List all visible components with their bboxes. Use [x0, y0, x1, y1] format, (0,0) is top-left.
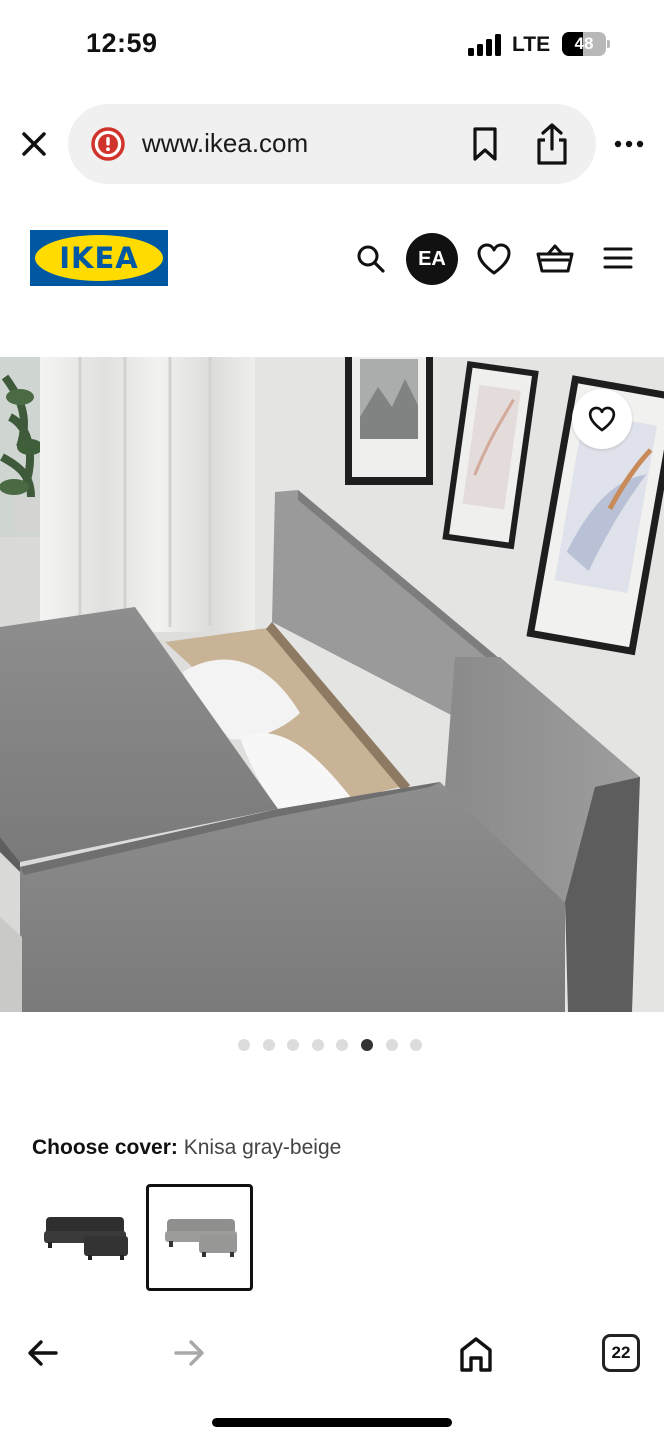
browser-toolbar: 22 — [0, 1318, 664, 1398]
carousel-dot[interactable] — [311, 1039, 324, 1051]
carousel-dot[interactable] — [287, 1039, 300, 1051]
user-avatar[interactable]: EA — [406, 233, 458, 285]
status-time: 12:59 — [86, 28, 158, 58]
carousel-dot[interactable] — [336, 1039, 349, 1051]
search-icon[interactable] — [352, 240, 390, 278]
network-type: LTE — [512, 33, 551, 56]
carousel-dot[interactable] — [410, 1039, 423, 1051]
cover-label: Choose cover: — [32, 1136, 178, 1159]
carousel-dot[interactable] — [238, 1039, 250, 1051]
home-indicator[interactable] — [212, 1418, 452, 1427]
cover-swatch-gray-beige[interactable] — [146, 1184, 253, 1291]
url-text: www.ikea.com — [142, 128, 309, 158]
browser-address-bar: www.ikea.com — [0, 100, 664, 188]
cellular-signal-icon — [468, 34, 502, 56]
cover-selection: Choose cover: Knisa gray-beige — [32, 1136, 341, 1160]
bookmark-icon[interactable] — [468, 126, 502, 162]
home-icon[interactable] — [456, 1334, 496, 1374]
carousel-dot[interactable] — [262, 1039, 275, 1051]
url-field[interactable]: www.ikea.com — [68, 104, 596, 184]
hamburger-menu-icon[interactable] — [600, 240, 636, 276]
status-bar: 12:59 LTE 48 — [0, 0, 664, 92]
shopping-basket-icon[interactable] — [534, 238, 576, 278]
save-to-wishlist-icon[interactable] — [572, 389, 632, 449]
battery-nub — [607, 40, 610, 48]
logo-text: IKEA — [59, 241, 139, 275]
close-icon[interactable] — [18, 128, 50, 160]
carousel-dot-active[interactable] — [360, 1039, 373, 1051]
cover-value: Knisa gray-beige — [183, 1136, 342, 1159]
carousel-pagination — [238, 1039, 423, 1053]
ikea-logo[interactable]: IKEA — [30, 230, 168, 286]
back-arrow-icon[interactable] — [26, 1338, 60, 1368]
battery-level: 48 — [574, 34, 594, 53]
wishlist-heart-icon[interactable] — [474, 240, 514, 278]
tabs-icon[interactable]: 22 — [602, 1334, 640, 1372]
battery-icon: 48 — [562, 32, 606, 56]
forward-arrow-icon[interactable] — [172, 1338, 206, 1368]
more-icon[interactable] — [612, 130, 646, 158]
security-warning-icon[interactable] — [90, 126, 126, 162]
product-image[interactable] — [0, 357, 664, 1012]
carousel-dot[interactable] — [385, 1039, 398, 1051]
cover-swatch-dark-gray[interactable] — [32, 1184, 139, 1291]
share-icon[interactable] — [532, 122, 572, 166]
